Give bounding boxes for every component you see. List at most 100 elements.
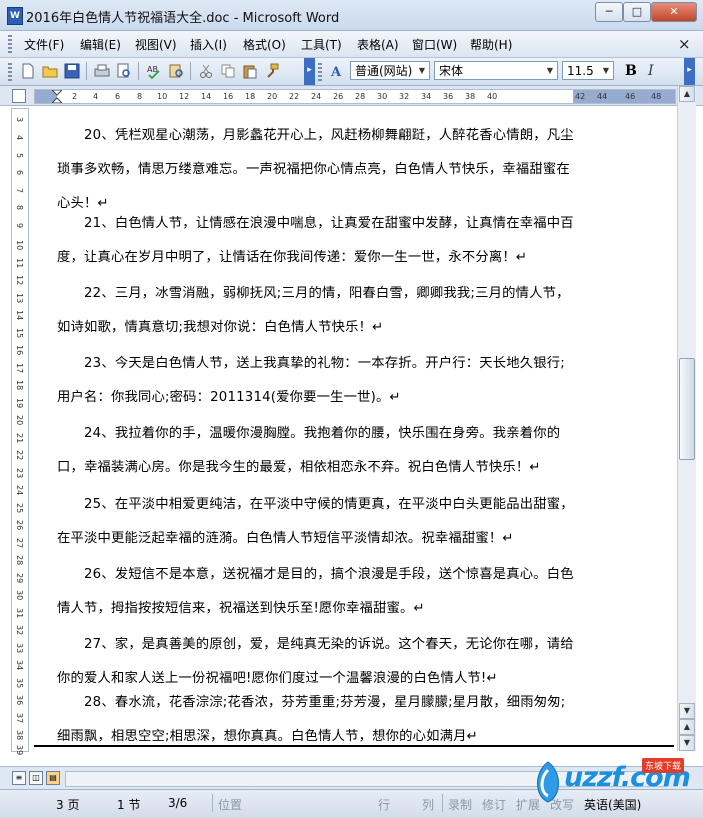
document-page[interactable]: 20、凭栏观星心潮荡，月影蠡花开心上，风赶杨柳舞翩跹，人醉花香心情朗，凡尘琐事多… <box>32 106 677 751</box>
paragraph[interactable]: 23、今天是白色情人节，送上我真挚的礼物：一本存折。开户行：天长地久银行;用户名… <box>57 347 577 415</box>
vruler-number: 35 <box>15 678 24 689</box>
paragraph[interactable]: 25、在平淡中相爱更纯洁，在平淡中守候的情更真，在平淡中白头更能品出甜蜜，在平淡… <box>57 488 577 556</box>
toolbar-options-chevron[interactable]: ▸ <box>684 58 695 85</box>
toolbar-separator <box>138 62 139 80</box>
ruler-number: 38 <box>465 92 476 101</box>
vertical-scrollbar[interactable]: ▲ ▼ ▲ ▼ <box>677 86 696 751</box>
close-button[interactable]: ✕ <box>651 2 697 22</box>
horizontal-ruler[interactable]: 2 4 6 8 10 12 14 16 18 20 22 24 26 28 30… <box>34 89 676 104</box>
vruler-number: 8 <box>15 205 24 211</box>
format-painter-icon[interactable] <box>264 63 280 79</box>
vruler-number: 36 <box>15 695 24 706</box>
status-track-changes[interactable]: 修订 <box>482 796 506 813</box>
paragraph[interactable]: 22、三月，冰雪消融，弱柳抚风;三月的情，阳春白雪，卿卿我我;三月的情人节，如诗… <box>57 277 577 345</box>
tab-selector[interactable] <box>12 89 26 103</box>
formatting-toolbar: AB ▸ A 普通(网站) ▼ 宋体 ▼ 11.5 ▼ B I ▸ <box>0 58 703 86</box>
menu-view[interactable]: 视图(V) <box>135 36 177 53</box>
maximize-button[interactable]: □ <box>623 2 651 22</box>
status-position: 位置 <box>218 798 243 812</box>
vruler-number: 17 <box>15 363 24 374</box>
next-page-button[interactable]: ▼ <box>679 735 695 751</box>
style-dropdown[interactable]: 普通(网站) ▼ <box>350 61 430 80</box>
ruler-number: 34 <box>421 92 432 101</box>
paragraph[interactable]: 20、凭栏观星心潮荡，月影蠡花开心上，风赶杨柳舞翩跹，人醉花香心情朗，凡尘琐事多… <box>57 119 577 221</box>
scroll-up-button[interactable]: ▲ <box>679 86 695 102</box>
web-view-icon[interactable]: ◫ <box>29 771 43 785</box>
toolbar-options-chevron[interactable]: ▸ <box>304 58 315 85</box>
status-separator <box>212 794 213 812</box>
ruler-number: 48 <box>651 92 662 101</box>
ruler-number: 2 <box>72 92 78 101</box>
print-preview-icon[interactable] <box>116 63 132 79</box>
styles-icon-glyph: A <box>330 65 342 79</box>
vruler-number: 27 <box>15 538 24 549</box>
menu-table[interactable]: 表格(A) <box>357 36 399 53</box>
font-size-value: 11.5 <box>567 64 594 78</box>
chevron-down-icon[interactable]: ▼ <box>544 63 556 78</box>
menu-insert[interactable]: 插入(I) <box>190 36 227 53</box>
indent-marker-icon[interactable] <box>52 90 62 103</box>
toolbar-separator <box>86 62 87 80</box>
paragraph[interactable]: 24、我拉着你的手，温暖你漫胸膛。我抱着你的腰，快乐围在身旁。我亲着你的口，幸福… <box>57 417 577 485</box>
vruler-number: 3 <box>15 117 24 123</box>
vruler-number: 25 <box>15 503 24 514</box>
paragraph[interactable]: 21、白色情人节，让情感在浪漫中喘息，让真爱在甜蜜中发酵，让真情在幸福中百度，让… <box>57 207 577 275</box>
vruler-number: 39 <box>15 745 24 756</box>
cut-icon[interactable] <box>198 63 214 79</box>
vruler-number: 37 <box>15 713 24 724</box>
vruler-number: 19 <box>15 398 24 409</box>
bold-button[interactable]: B <box>625 63 637 79</box>
style-value: 普通(网站) <box>355 64 413 78</box>
toolbar-grip[interactable] <box>318 63 322 81</box>
ruler-number: 4 <box>93 92 99 101</box>
spelling-icon[interactable]: AB <box>146 63 162 79</box>
status-page: 3 页 <box>56 798 80 812</box>
page-break-line <box>34 745 674 747</box>
print-layout-view-icon[interactable]: ▤ <box>46 771 60 785</box>
status-column: 列 <box>422 798 435 812</box>
ruler-number: 24 <box>311 92 322 101</box>
minimize-button[interactable]: ─ <box>595 2 623 22</box>
print-icon[interactable] <box>94 63 110 79</box>
paragraph[interactable]: 26、发短信不是本意，送祝福才是目的，搞个浪漫是手段，送个惊喜是真心。白色情人节… <box>57 558 577 626</box>
status-line: 行 <box>378 798 391 812</box>
vruler-number: 4 <box>15 135 24 141</box>
italic-button[interactable]: I <box>648 63 654 79</box>
menu-edit[interactable]: 编辑(E) <box>80 36 121 53</box>
vruler-number: 16 <box>15 345 24 356</box>
menu-grip[interactable] <box>8 35 12 53</box>
menu-format[interactable]: 格式(O) <box>243 36 286 53</box>
menu-help[interactable]: 帮助(H) <box>470 36 512 53</box>
previous-page-button[interactable]: ▲ <box>679 719 695 735</box>
vertical-ruler[interactable]: 3 4 5 6 7 8 9 10 11 12 13 14 15 16 17 18… <box>11 108 29 756</box>
scroll-thumb[interactable] <box>679 358 695 460</box>
vruler-number: 31 <box>15 608 24 619</box>
paragraph[interactable]: 28、春水流，花香淙淙;花香浓，芬芳重重;芬芳漫，星月朦朦;星月散，细雨匆匆;细… <box>57 686 577 751</box>
status-record[interactable]: 录制 <box>448 796 472 813</box>
vruler-number: 28 <box>15 555 24 566</box>
ruler-number: 30 <box>377 92 388 101</box>
menu-window[interactable]: 窗口(W) <box>412 36 457 53</box>
scroll-down-button[interactable]: ▼ <box>679 703 695 719</box>
vruler-number: 5 <box>15 153 24 159</box>
copy-icon[interactable] <box>220 63 236 79</box>
font-dropdown[interactable]: 宋体 ▼ <box>434 61 558 80</box>
styles-icon[interactable]: A <box>328 63 344 79</box>
research-icon[interactable] <box>168 63 184 79</box>
normal-view-icon[interactable]: ≡ <box>12 771 26 785</box>
new-document-icon[interactable] <box>20 63 36 79</box>
font-size-dropdown[interactable]: 11.5 ▼ <box>562 61 614 80</box>
ruler-number: 36 <box>443 92 454 101</box>
vruler-number: 23 <box>15 468 24 479</box>
close-document-button[interactable]: × <box>678 35 691 53</box>
chevron-down-icon[interactable]: ▼ <box>600 63 612 78</box>
vruler-number: 13 <box>15 293 24 304</box>
open-folder-icon[interactable] <box>42 63 58 79</box>
menu-tools[interactable]: 工具(T) <box>301 36 342 53</box>
chevron-down-icon[interactable]: ▼ <box>416 63 428 78</box>
menu-file[interactable]: 文件(F) <box>24 36 64 53</box>
toolbar-grip[interactable] <box>8 63 12 81</box>
save-icon[interactable] <box>64 63 80 79</box>
paste-icon[interactable] <box>242 63 258 79</box>
ruler-number: 40 <box>487 92 498 101</box>
